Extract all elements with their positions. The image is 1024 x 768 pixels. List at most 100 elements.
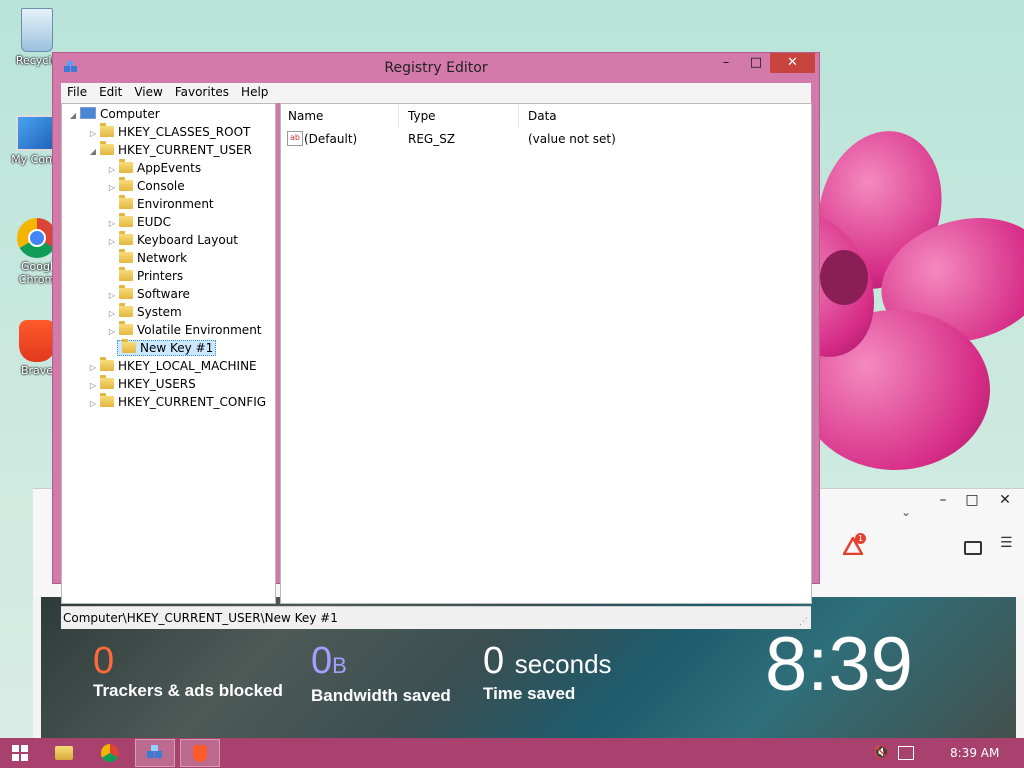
tree-node-hkey-local-machine[interactable]: ▷ HKEY_LOCAL_MACHINE: [88, 357, 257, 375]
taskbar: 🔇 8:39 AM: [0, 738, 1024, 768]
column-header-data[interactable]: Data: [528, 104, 808, 128]
taskbar-registry-editor[interactable]: [135, 739, 175, 767]
folder-icon: [119, 231, 133, 245]
tree-node-label: Environment: [137, 197, 214, 211]
tree-node-eudc[interactable]: ▷ EUDC: [107, 213, 171, 231]
tree-node-label: HKEY_CLASSES_ROOT: [118, 125, 251, 139]
tree-node-label: HKEY_LOCAL_MACHINE: [118, 359, 257, 373]
menu-file[interactable]: File: [61, 83, 93, 99]
folder-icon: [119, 321, 133, 335]
folder-icon: [119, 159, 133, 173]
menu-help[interactable]: Help: [235, 83, 274, 99]
trackers-stat: 0 Trackers & ads blocked: [93, 641, 283, 701]
brave-rewards-icon[interactable]: 1: [841, 533, 866, 558]
tree-node-label: Console: [137, 179, 185, 193]
start-button[interactable]: [0, 739, 40, 767]
regedit-app-icon: [147, 745, 162, 758]
desktop-icon-label: Googl Chrom: [18, 260, 56, 286]
tree-node-label: Software: [137, 287, 190, 301]
tree-node-software[interactable]: ▷ Software: [107, 285, 190, 303]
folder-icon: [119, 213, 133, 227]
folder-icon: [100, 123, 114, 137]
chrome-icon: [17, 218, 57, 258]
notification-badge: 1: [855, 533, 866, 544]
tab-list-chevron-icon[interactable]: ⌄: [901, 505, 911, 519]
registry-tree[interactable]: ◢ Computer ▷ HKEY_CLASSES_ROOT ◢ HKEY_CURRE…: [61, 103, 276, 604]
tree-node-hkey-current-config[interactable]: ▷ HKEY_CURRENT_CONFIG: [88, 393, 266, 411]
folder-icon: [100, 375, 114, 389]
status-bar: Computer\HKEY_CURRENT_USER\New Key #1 ⋰: [61, 606, 811, 629]
brave-close-button[interactable]: ✕: [988, 489, 1022, 511]
folder-icon: [119, 303, 133, 317]
tree-node-label: Volatile Environment: [137, 323, 262, 337]
tree-node-printers[interactable]: Printers: [107, 267, 183, 285]
brave-lion-icon: [193, 744, 207, 762]
tree-node-label: AppEvents: [137, 161, 202, 175]
tree-node-console[interactable]: ▷ Console: [107, 177, 185, 195]
wallet-icon[interactable]: [964, 541, 982, 555]
bandwidth-value: 0: [311, 640, 333, 682]
close-button[interactable]: ✕: [770, 53, 815, 73]
trackers-label: Trackers & ads blocked: [93, 681, 283, 700]
folder-icon: [122, 339, 136, 353]
taskbar-clock[interactable]: 8:39 AM: [950, 746, 999, 760]
menu-edit[interactable]: Edit: [93, 83, 128, 99]
tree-node-label: HKEY_CURRENT_CONFIG: [118, 395, 267, 409]
table-row[interactable]: ab (Default) REG_SZ (value not set): [281, 130, 811, 148]
taskbar-chrome[interactable]: [90, 739, 130, 767]
taskbar-file-explorer[interactable]: [44, 739, 84, 767]
tree-node-hkey-current-user[interactable]: ◢ HKEY_CURRENT_USER: [88, 141, 252, 159]
bandwidth-label: Bandwidth saved: [311, 686, 451, 705]
title-bar[interactable]: Registry Editor – □ ✕: [53, 53, 819, 83]
resize-grip-icon[interactable]: ⋰: [799, 617, 808, 627]
maximize-button[interactable]: □: [743, 53, 769, 73]
brave-maximize-button[interactable]: □: [955, 489, 989, 511]
status-path: Computer\HKEY_CURRENT_USER\New Key #1: [63, 611, 338, 625]
tree-node-new-key-1[interactable]: New Key #1: [107, 339, 217, 357]
trackers-value: 0: [93, 640, 115, 682]
computer-icon: [80, 107, 96, 119]
menu-favorites[interactable]: Favorites: [169, 83, 235, 99]
tree-node-keyboard-layout[interactable]: ▷ Keyboard Layout: [107, 231, 238, 249]
tree-node-appevents[interactable]: ▷ AppEvents: [107, 159, 201, 177]
expand-arrow-icon[interactable]: ▷: [88, 395, 98, 413]
column-header-type[interactable]: Type: [408, 104, 519, 128]
tree-node-network[interactable]: Network: [107, 249, 187, 267]
string-value-icon: ab: [287, 131, 303, 146]
registry-editor-window[interactable]: Registry Editor – □ ✕ File Edit View Favori…: [52, 52, 820, 629]
folder-icon: [119, 195, 133, 209]
tree-node-hkey-classes-root[interactable]: ▷ HKEY_CLASSES_ROOT: [88, 123, 250, 141]
collapse-arrow-icon[interactable]: ◢: [68, 107, 78, 125]
tree-node-volatile-environment[interactable]: ▷ Volatile Environment: [107, 321, 262, 339]
value-type: REG_SZ: [408, 132, 456, 146]
time-unit: seconds: [514, 649, 612, 679]
tree-node-environment[interactable]: Environment: [107, 195, 214, 213]
folder-icon: [119, 285, 133, 299]
folder-icon: [100, 141, 114, 155]
bandwidth-stat: 0B Bandwidth saved: [311, 641, 451, 706]
value-name: (Default): [304, 132, 358, 146]
column-header-name[interactable]: Name: [288, 104, 399, 128]
folder-icon: [119, 267, 133, 281]
tree-node-computer[interactable]: ◢ Computer: [68, 105, 160, 123]
time-saved-stat: 0 seconds Time saved: [483, 641, 612, 704]
tree-node-label: HKEY_USERS: [118, 377, 196, 391]
folder-icon: [100, 393, 114, 407]
network-icon[interactable]: [898, 746, 914, 760]
tree-node-system[interactable]: ▷ System: [107, 303, 182, 321]
tree-node-label: Keyboard Layout: [137, 233, 239, 247]
chrome-icon: [101, 744, 119, 762]
brave-lion-icon: [19, 320, 55, 362]
menu-view[interactable]: View: [128, 83, 168, 99]
bandwidth-unit: B: [332, 653, 347, 678]
volume-muted-icon[interactable]: 🔇: [874, 745, 889, 759]
tree-node-hkey-users[interactable]: ▷ HKEY_USERS: [88, 375, 196, 393]
recycle-bin-icon: [21, 8, 53, 52]
registry-values-list[interactable]: Name Type Data ab (Default) REG_SZ (valu…: [280, 103, 812, 604]
taskbar-brave[interactable]: [180, 739, 220, 767]
tree-node-label: Computer: [100, 107, 160, 121]
collapse-arrow-icon[interactable]: ◢: [88, 143, 98, 161]
menu-icon[interactable]: ☰: [1000, 535, 1013, 551]
minimize-button[interactable]: –: [713, 53, 739, 73]
folder-icon: [55, 746, 73, 760]
